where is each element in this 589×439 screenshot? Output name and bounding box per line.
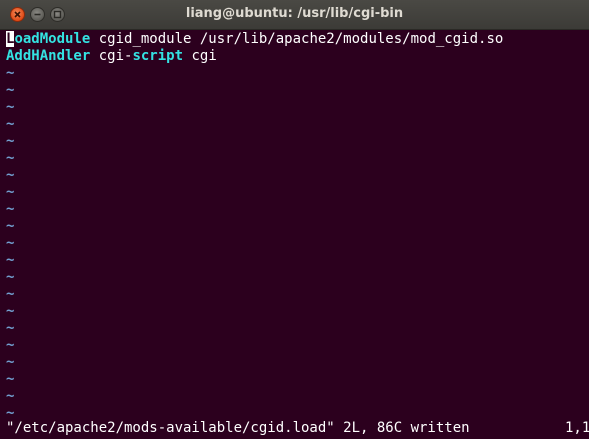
empty-line-marker: ~ <box>6 354 15 370</box>
editor-line-2[interactable]: AddHAndler cgi-script cgi <box>6 48 217 65</box>
empty-line-marker: ~ <box>6 303 15 319</box>
terminal-window: liang@ubuntu: /usr/lib/cgi-bin LoadModul… <box>0 0 589 439</box>
editor-line-1[interactable]: LoadModule cgid_module /usr/lib/apache2/… <box>6 31 503 48</box>
empty-line-marker: ~ <box>6 218 15 234</box>
empty-line-marker: ~ <box>6 201 15 217</box>
empty-line-marker: ~ <box>6 82 15 98</box>
empty-line-marker: ~ <box>6 150 15 166</box>
window-title: liang@ubuntu: /usr/lib/cgi-bin <box>185 6 404 21</box>
line-2-text-after: cgi <box>183 48 217 64</box>
empty-line-marker: ~ <box>6 235 15 251</box>
line-1-args: cgid_module /usr/lib/apache2/modules/mod… <box>90 31 504 47</box>
keyword-loadmodule: oadModule <box>14 31 91 47</box>
empty-line-marker: ~ <box>6 99 15 115</box>
empty-line-marker: ~ <box>6 371 15 387</box>
empty-line-marker: ~ <box>6 184 15 200</box>
keyword-addhandler: AddHAndler <box>6 48 91 64</box>
empty-line-marker: ~ <box>6 167 15 183</box>
line-2-text-before: cgi- <box>90 48 133 64</box>
cursor-position: 1,1 <box>565 420 589 436</box>
empty-line-marker: ~ <box>6 133 15 149</box>
empty-line-marker: ~ <box>6 320 15 336</box>
empty-line-marker: ~ <box>6 65 15 81</box>
empty-line-marker: ~ <box>6 388 15 404</box>
keyword-script: script <box>132 48 184 64</box>
status-message: "/etc/apache2/mods-available/cgid.load" … <box>6 420 470 436</box>
empty-line-marker: ~ <box>6 269 15 285</box>
empty-line-marker: ~ <box>6 337 15 353</box>
vim-editor-area[interactable]: LoadModule cgid_module /usr/lib/apache2/… <box>0 30 589 439</box>
empty-line-marker: ~ <box>6 252 15 268</box>
title-bar[interactable]: liang@ubuntu: /usr/lib/cgi-bin <box>0 0 589 30</box>
empty-line-marker: ~ <box>6 286 15 302</box>
empty-line-marker: ~ <box>6 116 15 132</box>
